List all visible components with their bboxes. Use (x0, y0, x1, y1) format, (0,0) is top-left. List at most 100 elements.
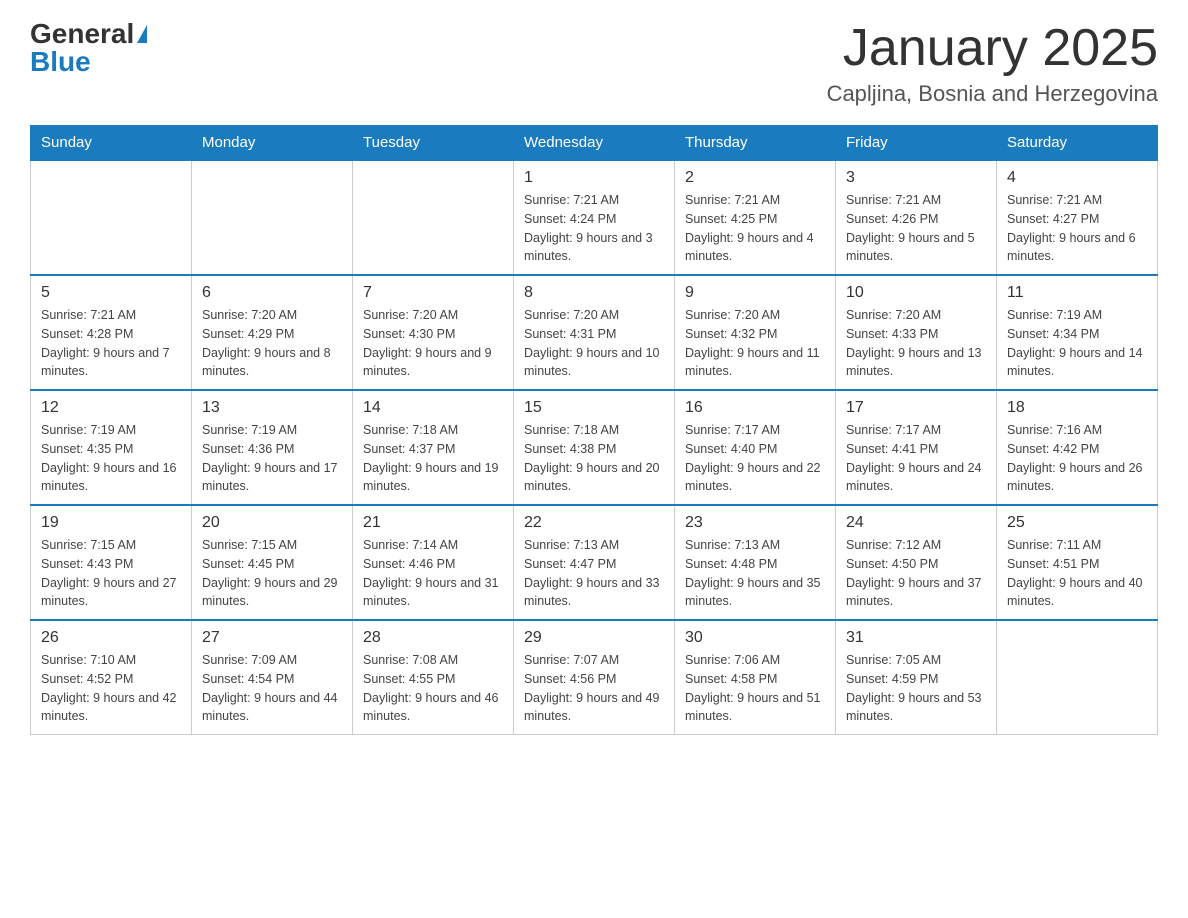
day-number: 2 (685, 169, 825, 187)
column-header-monday: Monday (192, 126, 353, 161)
day-number: 15 (524, 399, 664, 417)
day-info: Sunrise: 7:20 AM Sunset: 4:32 PM Dayligh… (685, 306, 825, 381)
column-header-friday: Friday (836, 126, 997, 161)
calendar-cell: 11Sunrise: 7:19 AM Sunset: 4:34 PM Dayli… (997, 275, 1158, 390)
calendar-cell: 5Sunrise: 7:21 AM Sunset: 4:28 PM Daylig… (31, 275, 192, 390)
day-number: 8 (524, 284, 664, 302)
day-info: Sunrise: 7:20 AM Sunset: 4:33 PM Dayligh… (846, 306, 986, 381)
day-number: 19 (41, 514, 181, 532)
day-number: 31 (846, 629, 986, 647)
calendar-cell: 21 Sunrise: 7:14 AM Sunset: 4:46 PM Dayli… (353, 505, 514, 620)
day-info: Sunrise: 7:21 AM Sunset: 4:25 PM Dayligh… (685, 191, 825, 266)
day-info: Sunrise: 7:19 AM Sunset: 4:35 PM Dayligh… (41, 421, 181, 496)
day-number: 1 (524, 169, 664, 187)
calendar-cell (353, 160, 514, 275)
calendar-cell: 4Sunrise: 7:21 AM Sunset: 4:27 PM Daylig… (997, 160, 1158, 275)
header-row: SundayMondayTuesdayWednesdayThursdayFrid… (31, 126, 1158, 161)
day-info: Sunrise: 7:14 AM Sunset: 4:46 PM Dayligh… (363, 536, 503, 611)
day-info: Sunrise: 7:21 AM Sunset: 4:28 PM Dayligh… (41, 306, 181, 381)
column-header-tuesday: Tuesday (353, 126, 514, 161)
day-info: Sunrise: 7:12 AM Sunset: 4:50 PM Dayligh… (846, 536, 986, 611)
day-info: Sunrise: 7:10 AM Sunset: 4:52 PM Dayligh… (41, 651, 181, 726)
day-number: 18 (1007, 399, 1147, 417)
column-header-saturday: Saturday (997, 126, 1158, 161)
day-info: Sunrise: 7:18 AM Sunset: 4:37 PM Dayligh… (363, 421, 503, 496)
logo: General Blue (30, 20, 147, 76)
calendar-cell: 8 Sunrise: 7:20 AM Sunset: 4:31 PM Daylig… (514, 275, 675, 390)
page-header: General Blue January 2025 Capljina, Bosn… (30, 20, 1158, 107)
day-number: 3 (846, 169, 986, 187)
calendar-cell: 3 Sunrise: 7:21 AM Sunset: 4:26 PM Daylig… (836, 160, 997, 275)
week-row-3: 12Sunrise: 7:19 AM Sunset: 4:35 PM Dayli… (31, 390, 1158, 505)
calendar-cell: 18Sunrise: 7:16 AM Sunset: 4:42 PM Dayli… (997, 390, 1158, 505)
calendar-cell: 23 Sunrise: 7:13 AM Sunset: 4:48 PM Dayli… (675, 505, 836, 620)
calendar-table: SundayMondayTuesdayWednesdayThursdayFrid… (30, 125, 1158, 735)
day-info: Sunrise: 7:09 AM Sunset: 4:54 PM Dayligh… (202, 651, 342, 726)
calendar-cell: 15 Sunrise: 7:18 AM Sunset: 4:38 PM Dayli… (514, 390, 675, 505)
day-number: 6 (202, 284, 342, 302)
day-info: Sunrise: 7:21 AM Sunset: 4:27 PM Dayligh… (1007, 191, 1147, 266)
calendar-cell: 10 Sunrise: 7:20 AM Sunset: 4:33 PM Dayli… (836, 275, 997, 390)
day-info: Sunrise: 7:11 AM Sunset: 4:51 PM Dayligh… (1007, 536, 1147, 611)
day-number: 29 (524, 629, 664, 647)
calendar-cell: 20 Sunrise: 7:15 AM Sunset: 4:45 PM Dayli… (192, 505, 353, 620)
day-info: Sunrise: 7:19 AM Sunset: 4:36 PM Dayligh… (202, 421, 342, 496)
day-info: Sunrise: 7:15 AM Sunset: 4:45 PM Dayligh… (202, 536, 342, 611)
day-number: 24 (846, 514, 986, 532)
calendar-cell: 14 Sunrise: 7:18 AM Sunset: 4:37 PM Dayli… (353, 390, 514, 505)
day-number: 28 (363, 629, 503, 647)
day-number: 20 (202, 514, 342, 532)
day-info: Sunrise: 7:05 AM Sunset: 4:59 PM Dayligh… (846, 651, 986, 726)
day-info: Sunrise: 7:20 AM Sunset: 4:29 PM Dayligh… (202, 306, 342, 381)
day-info: Sunrise: 7:20 AM Sunset: 4:31 PM Dayligh… (524, 306, 664, 381)
calendar-cell: 22Sunrise: 7:13 AM Sunset: 4:47 PM Dayli… (514, 505, 675, 620)
calendar-cell: 7 Sunrise: 7:20 AM Sunset: 4:30 PM Daylig… (353, 275, 514, 390)
day-number: 13 (202, 399, 342, 417)
day-number: 26 (41, 629, 181, 647)
day-info: Sunrise: 7:21 AM Sunset: 4:26 PM Dayligh… (846, 191, 986, 266)
calendar-cell: 24 Sunrise: 7:12 AM Sunset: 4:50 PM Dayli… (836, 505, 997, 620)
day-number: 9 (685, 284, 825, 302)
calendar-cell: 6 Sunrise: 7:20 AM Sunset: 4:29 PM Daylig… (192, 275, 353, 390)
week-row-2: 5Sunrise: 7:21 AM Sunset: 4:28 PM Daylig… (31, 275, 1158, 390)
calendar-cell: 31 Sunrise: 7:05 AM Sunset: 4:59 PM Dayli… (836, 620, 997, 735)
calendar-cell: 26 Sunrise: 7:10 AM Sunset: 4:52 PM Dayli… (31, 620, 192, 735)
day-number: 27 (202, 629, 342, 647)
calendar-cell: 29 Sunrise: 7:07 AM Sunset: 4:56 PM Dayli… (514, 620, 675, 735)
title-area: January 2025 Capljina, Bosnia and Herzeg… (827, 20, 1158, 107)
calendar-cell (31, 160, 192, 275)
calendar-cell: 19 Sunrise: 7:15 AM Sunset: 4:43 PM Dayli… (31, 505, 192, 620)
day-info: Sunrise: 7:13 AM Sunset: 4:48 PM Dayligh… (685, 536, 825, 611)
day-number: 17 (846, 399, 986, 417)
calendar-cell: 17Sunrise: 7:17 AM Sunset: 4:41 PM Dayli… (836, 390, 997, 505)
day-info: Sunrise: 7:17 AM Sunset: 4:40 PM Dayligh… (685, 421, 825, 496)
day-number: 21 (363, 514, 503, 532)
day-number: 7 (363, 284, 503, 302)
day-number: 25 (1007, 514, 1147, 532)
day-info: Sunrise: 7:08 AM Sunset: 4:55 PM Dayligh… (363, 651, 503, 726)
day-info: Sunrise: 7:20 AM Sunset: 4:30 PM Dayligh… (363, 306, 503, 381)
day-info: Sunrise: 7:15 AM Sunset: 4:43 PM Dayligh… (41, 536, 181, 611)
day-number: 11 (1007, 284, 1147, 302)
calendar-cell: 30Sunrise: 7:06 AM Sunset: 4:58 PM Dayli… (675, 620, 836, 735)
week-row-5: 26 Sunrise: 7:10 AM Sunset: 4:52 PM Dayli… (31, 620, 1158, 735)
calendar-cell: 16Sunrise: 7:17 AM Sunset: 4:40 PM Dayli… (675, 390, 836, 505)
day-number: 23 (685, 514, 825, 532)
month-title: January 2025 (827, 20, 1158, 77)
calendar-cell: 13 Sunrise: 7:19 AM Sunset: 4:36 PM Dayli… (192, 390, 353, 505)
day-number: 14 (363, 399, 503, 417)
calendar-cell: 27 Sunrise: 7:09 AM Sunset: 4:54 PM Dayli… (192, 620, 353, 735)
logo-triangle-icon (137, 25, 147, 43)
logo-blue-text: Blue (30, 48, 91, 76)
day-info: Sunrise: 7:21 AM Sunset: 4:24 PM Dayligh… (524, 191, 664, 266)
day-number: 22 (524, 514, 664, 532)
day-info: Sunrise: 7:07 AM Sunset: 4:56 PM Dayligh… (524, 651, 664, 726)
day-info: Sunrise: 7:18 AM Sunset: 4:38 PM Dayligh… (524, 421, 664, 496)
column-header-sunday: Sunday (31, 126, 192, 161)
day-number: 10 (846, 284, 986, 302)
calendar-cell (997, 620, 1158, 735)
location-title: Capljina, Bosnia and Herzegovina (827, 81, 1158, 107)
calendar-cell: 12Sunrise: 7:19 AM Sunset: 4:35 PM Dayli… (31, 390, 192, 505)
week-row-4: 19 Sunrise: 7:15 AM Sunset: 4:43 PM Dayli… (31, 505, 1158, 620)
column-header-wednesday: Wednesday (514, 126, 675, 161)
